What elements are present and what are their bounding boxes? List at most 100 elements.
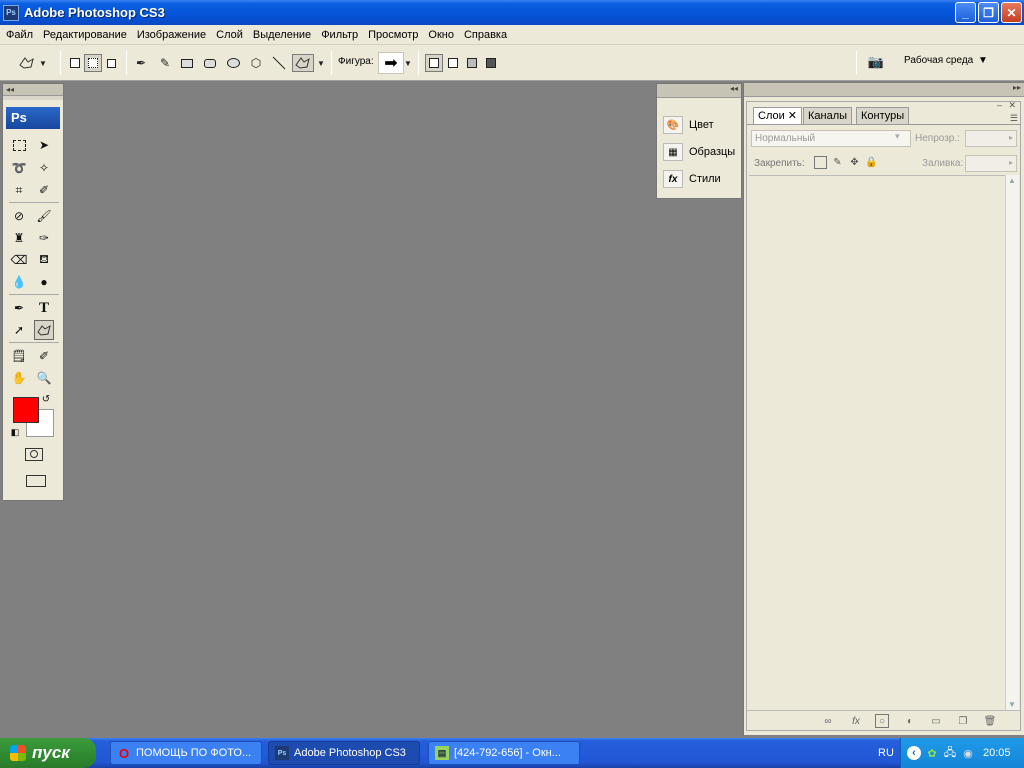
panel-minimize-icon[interactable]: – bbox=[997, 100, 1002, 110]
lock-transparency-icon[interactable] bbox=[814, 156, 827, 169]
custom-shape-button[interactable] bbox=[292, 54, 314, 72]
dock-item-color[interactable]: 🎨 Цвет bbox=[663, 114, 739, 136]
swap-colors-button[interactable]: ↺ bbox=[39, 392, 53, 406]
shape-picker[interactable]: ➡ bbox=[378, 52, 404, 74]
foreground-color-swatch[interactable] bbox=[13, 397, 39, 423]
dock-header[interactable]: ▸▸ bbox=[744, 83, 1024, 97]
notes-tool[interactable]: 🗒 bbox=[9, 346, 29, 366]
menu-help[interactable]: Справка bbox=[460, 29, 513, 41]
photoshop-logo[interactable]: Ps bbox=[6, 107, 60, 129]
menu-image[interactable]: Изображение bbox=[133, 29, 212, 41]
toolbox-drag-bar[interactable] bbox=[3, 96, 63, 100]
menu-filter[interactable]: Фильтр bbox=[317, 29, 364, 41]
panel-close-icon[interactable]: ✕ bbox=[1008, 100, 1016, 111]
dock-item-styles[interactable]: fx Стили bbox=[663, 168, 739, 190]
geometry-options-dropdown-icon[interactable]: ▼ bbox=[316, 54, 326, 72]
tab-paths[interactable]: Контуры bbox=[856, 107, 910, 125]
create-new-shape-area-button[interactable] bbox=[425, 54, 443, 72]
bridge-button[interactable]: 📷 bbox=[864, 53, 888, 71]
magic-wand-tool[interactable]: ✧ bbox=[34, 158, 54, 178]
tray-shield-icon[interactable]: ◉ bbox=[961, 746, 975, 760]
panel-menu-icon[interactable]: ☰ bbox=[1010, 113, 1018, 124]
taskbar-button-opera[interactable]: O ПОМОЩЬ ПО ФОТО... bbox=[110, 741, 262, 765]
default-colors-button[interactable]: ◧ bbox=[9, 426, 21, 438]
delete-layer-trash-icon[interactable]: 🗑 bbox=[983, 714, 997, 728]
minimize-button[interactable]: _ bbox=[955, 2, 976, 23]
shape-picker-dropdown-icon[interactable]: ▼ bbox=[403, 54, 413, 72]
dock-item-swatches[interactable]: ▦ Образцы bbox=[663, 141, 739, 163]
tray-flower-icon[interactable]: ✿ bbox=[925, 746, 939, 760]
tab-channels[interactable]: Каналы bbox=[803, 107, 853, 125]
blur-tool[interactable]: 💧 bbox=[9, 272, 29, 292]
type-tool[interactable]: T bbox=[34, 298, 54, 318]
pen-tool[interactable]: ✒ bbox=[9, 298, 29, 318]
polygon-shape-button[interactable]: ⬡ bbox=[247, 54, 265, 72]
workspace-menu[interactable]: Рабочая среда bbox=[904, 55, 973, 66]
fill-field[interactable]: ▸ bbox=[965, 155, 1017, 172]
layers-list[interactable] bbox=[749, 175, 1005, 710]
close-button[interactable]: ✕ bbox=[1001, 2, 1022, 23]
menu-edit[interactable]: Редактирование bbox=[39, 29, 133, 41]
healing-brush-tool[interactable]: ⊘ bbox=[9, 206, 29, 226]
custom-shape-tool[interactable] bbox=[34, 320, 54, 340]
paths-mode-button[interactable] bbox=[84, 54, 102, 72]
history-brush-tool[interactable]: ✑ bbox=[34, 228, 54, 248]
crop-tool[interactable]: ⌗ bbox=[9, 180, 29, 200]
toolbox-collapse-grip[interactable]: ◂◂ bbox=[3, 84, 63, 96]
eraser-tool[interactable]: ⌫ bbox=[9, 250, 29, 270]
preset-dropdown-icon[interactable]: ▼ bbox=[38, 54, 48, 72]
paint-bucket-tool[interactable]: ⛾ bbox=[34, 250, 54, 270]
layer-style-fx-icon[interactable]: fx bbox=[849, 714, 863, 728]
adjustment-layer-icon[interactable]: ◐ bbox=[903, 714, 917, 728]
language-indicator[interactable]: RU bbox=[878, 747, 894, 759]
eyedropper-tool[interactable]: ✐ bbox=[34, 346, 54, 366]
line-shape-button[interactable] bbox=[270, 54, 288, 72]
subtract-shape-area-button[interactable] bbox=[463, 54, 481, 72]
tab-layers[interactable]: Слои ✕ bbox=[753, 107, 803, 125]
freeform-pen-button[interactable]: ✎ bbox=[156, 54, 174, 72]
dock-header[interactable]: ◂◂ bbox=[657, 84, 741, 98]
menu-window[interactable]: Окно bbox=[424, 29, 460, 41]
menu-layer[interactable]: Слой bbox=[212, 29, 249, 41]
expand-arrows-icon[interactable]: ▸▸ bbox=[1013, 83, 1021, 92]
workspace-dropdown-icon[interactable]: ▼ bbox=[978, 55, 988, 66]
taskbar-button-chat[interactable]: ▤ [424-792-656] - Окн... bbox=[428, 741, 580, 765]
lock-image-brush-icon[interactable]: ✎ bbox=[831, 156, 844, 169]
lasso-tool[interactable]: ➰ bbox=[9, 158, 29, 178]
tray-expand-chevron-icon[interactable]: ‹ bbox=[907, 746, 921, 760]
move-tool[interactable]: ➤ bbox=[34, 135, 54, 155]
path-selection-tool[interactable]: ➚ bbox=[9, 320, 29, 340]
add-mask-icon[interactable]: ○ bbox=[875, 714, 889, 728]
quick-mask-button[interactable] bbox=[23, 446, 45, 462]
scroll-up-icon[interactable]: ▲ bbox=[1008, 176, 1016, 185]
layers-scrollbar[interactable]: ▲ ▼ bbox=[1005, 175, 1019, 710]
tool-preset-picker[interactable] bbox=[16, 54, 38, 72]
menu-view[interactable]: Просмотр bbox=[364, 29, 424, 41]
brush-tool[interactable]: 🖌 bbox=[34, 206, 54, 226]
lock-position-move-icon[interactable]: ✥ bbox=[848, 156, 861, 169]
new-layer-icon[interactable]: ❐ bbox=[956, 714, 970, 728]
marquee-tool[interactable] bbox=[9, 135, 29, 155]
zoom-tool[interactable]: 🔍 bbox=[34, 368, 54, 388]
opacity-field[interactable]: ▸ bbox=[965, 130, 1017, 147]
dodge-tool[interactable]: ● bbox=[34, 272, 54, 292]
rounded-rectangle-button[interactable] bbox=[201, 54, 219, 72]
rectangle-shape-button[interactable] bbox=[178, 54, 196, 72]
scroll-down-icon[interactable]: ▼ bbox=[1008, 700, 1016, 709]
menu-select[interactable]: Выделение bbox=[249, 29, 317, 41]
collapse-arrows-icon[interactable]: ◂◂ bbox=[730, 84, 738, 93]
new-group-folder-icon[interactable]: ▭ bbox=[929, 714, 943, 728]
add-shape-area-button[interactable] bbox=[444, 54, 462, 72]
ellipse-shape-button[interactable] bbox=[224, 54, 242, 72]
tray-network-icon[interactable]: 🖧 bbox=[943, 746, 957, 760]
photoshop-app-icon[interactable]: Ps bbox=[3, 4, 19, 21]
slice-tool[interactable]: ✐ bbox=[34, 180, 54, 200]
clone-stamp-tool[interactable]: ♜ bbox=[9, 228, 29, 248]
shape-layers-button[interactable] bbox=[66, 54, 84, 72]
link-layers-icon[interactable]: ∞ bbox=[821, 714, 835, 728]
maximize-button[interactable]: ❐ bbox=[978, 2, 999, 23]
screen-mode-button[interactable] bbox=[23, 472, 49, 490]
blend-mode-select[interactable]: Нормальный bbox=[751, 130, 911, 147]
intersect-shape-area-button[interactable] bbox=[482, 54, 500, 72]
start-button[interactable]: пуск bbox=[0, 738, 96, 768]
